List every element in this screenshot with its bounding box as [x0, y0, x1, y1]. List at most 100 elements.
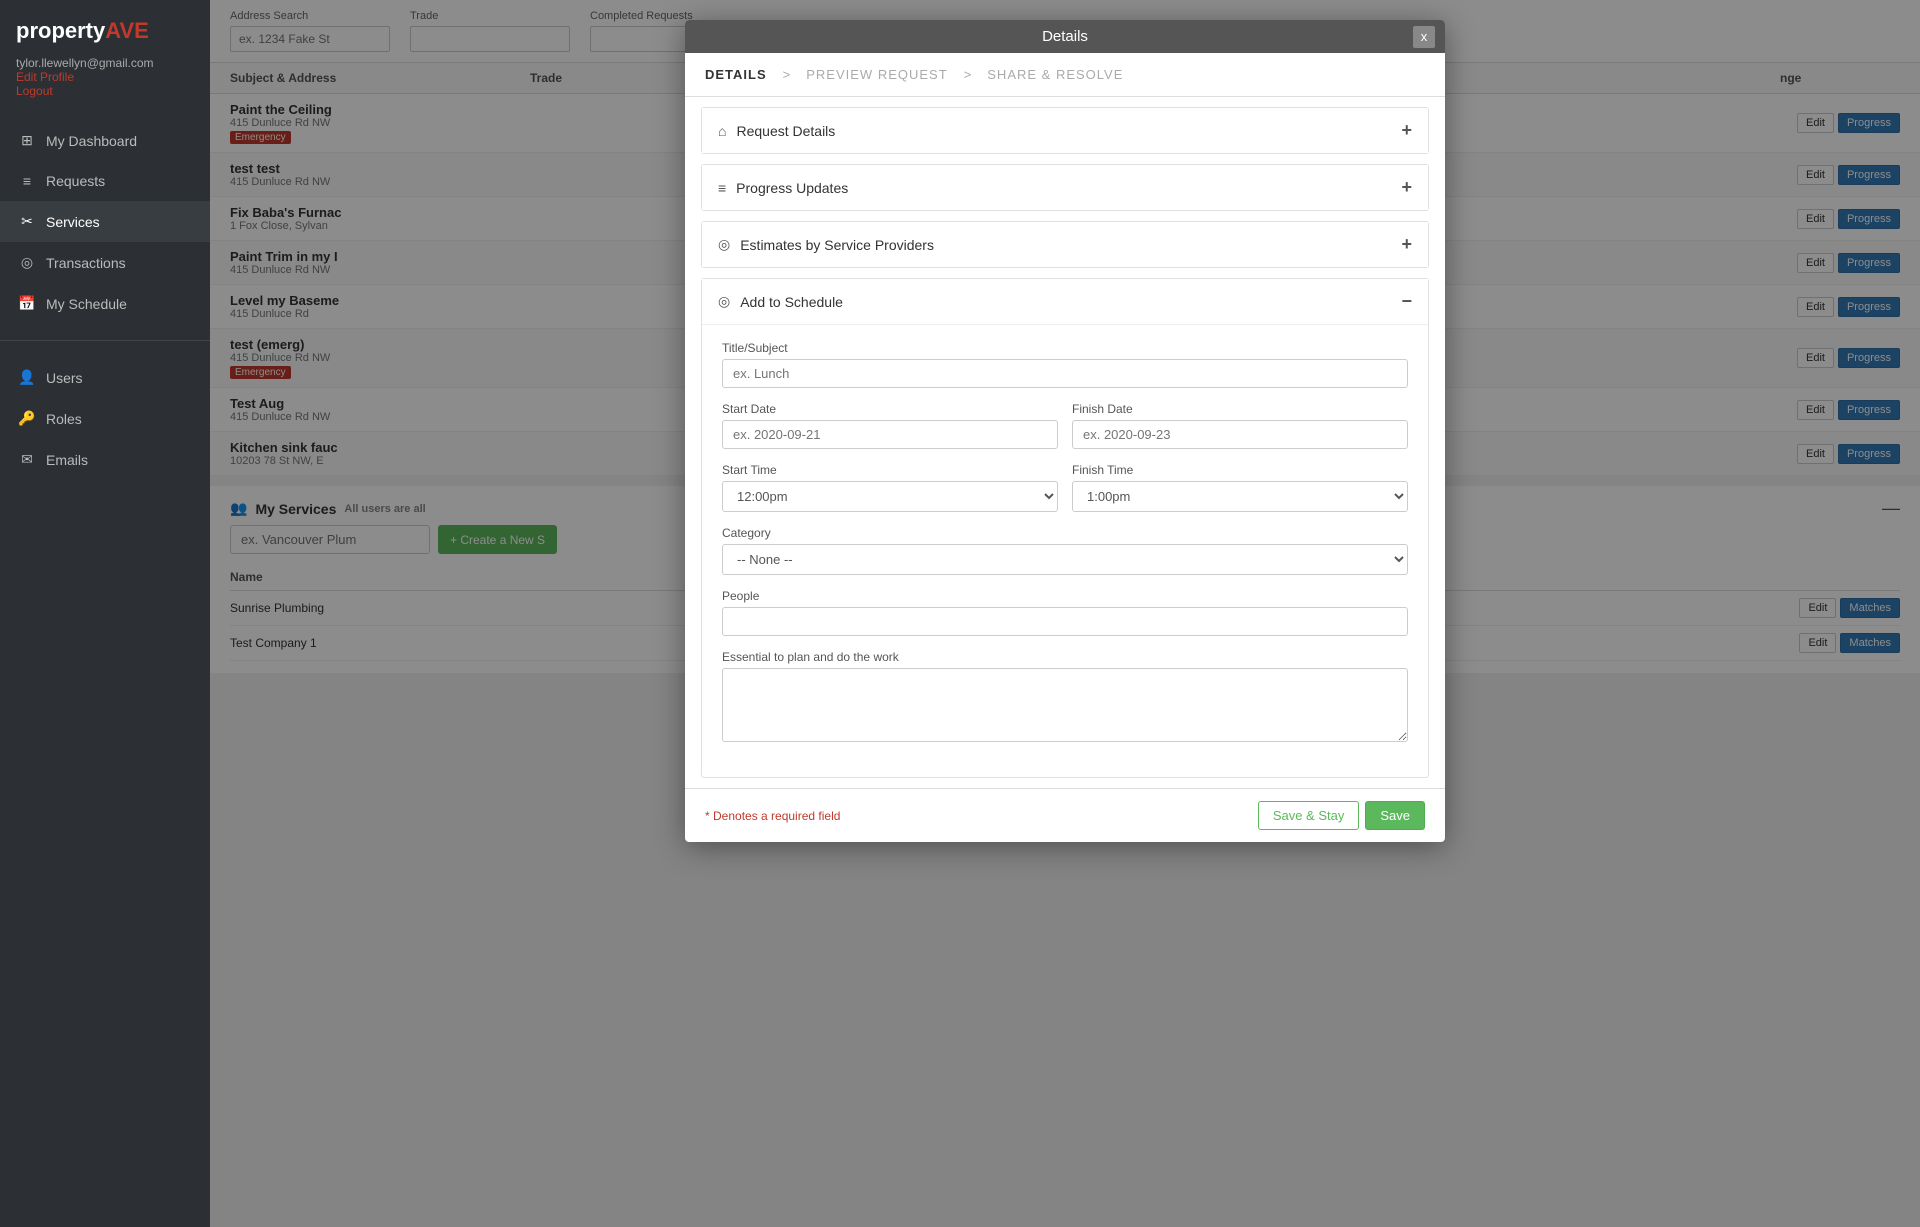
requests-icon: ≡: [18, 173, 36, 189]
expand-icon: +: [1401, 234, 1412, 255]
title-input[interactable]: [722, 359, 1408, 388]
edit-profile-link[interactable]: Edit Profile: [16, 70, 194, 84]
dashboard-icon: ⊞: [18, 132, 36, 149]
expand-icon: +: [1401, 177, 1412, 198]
start-date-input[interactable]: [722, 420, 1058, 449]
sidebar-item-label: Roles: [46, 411, 82, 427]
modal-close-button[interactable]: x: [1413, 26, 1435, 48]
modal-dialog: Details x DETAILS > PREVIEW REQUEST > SH…: [685, 20, 1445, 842]
finish-time-select[interactable]: 1:00pm 1:30pm 2:00pm: [1072, 481, 1408, 512]
people-label: People: [722, 589, 1408, 603]
users-icon: 👤: [18, 369, 36, 386]
required-note: * Denotes a required field: [705, 809, 840, 823]
title-label: Title/Subject: [722, 341, 1408, 355]
accordion-label: Add to Schedule: [740, 294, 843, 310]
sidebar: propertyAVE tylor.llewellyn@gmail.com Ed…: [0, 0, 210, 1227]
main-content: Address Search Trade Completed Requests …: [210, 0, 1920, 1227]
finish-time-label: Finish Time: [1072, 463, 1408, 477]
estimates-icon: ◎: [718, 236, 730, 253]
accordion-label: Progress Updates: [736, 180, 848, 196]
services-icon: ✂: [18, 213, 36, 230]
accordion-header-schedule[interactable]: ◎ Add to Schedule −: [702, 279, 1428, 324]
notes-textarea[interactable]: [722, 668, 1408, 742]
sidebar-item-emails[interactable]: ✉ Emails: [0, 439, 210, 480]
accordion-header-progress[interactable]: ≡ Progress Updates +: [702, 165, 1428, 210]
start-time-select[interactable]: 12:00pm 12:30pm 1:00pm: [722, 481, 1058, 512]
home-icon: ⌂: [718, 123, 726, 139]
step-details[interactable]: DETAILS: [705, 67, 767, 82]
sidebar-item-label: Emails: [46, 452, 88, 468]
user-email: tylor.llewellyn@gmail.com: [16, 56, 154, 70]
sidebar-item-schedule[interactable]: 📅 My Schedule: [0, 283, 210, 324]
start-time-label: Start Time: [722, 463, 1058, 477]
schedule-icon: ◎: [718, 293, 730, 310]
category-select[interactable]: -- None --: [722, 544, 1408, 575]
schedule-form: Title/Subject Start Date Finish Date: [702, 324, 1428, 777]
accordion-title: ⌂ Request Details: [718, 123, 835, 139]
step-arrow-2: >: [964, 67, 972, 82]
accordion-title: ◎ Add to Schedule: [718, 293, 843, 310]
step-preview[interactable]: PREVIEW REQUEST: [806, 67, 947, 82]
logo: propertyAVE: [0, 0, 210, 56]
accordion-title: ◎ Estimates by Service Providers: [718, 236, 934, 253]
form-group-people: People: [722, 589, 1408, 636]
sidebar-item-label: Services: [46, 214, 100, 230]
user-info: tylor.llewellyn@gmail.com Edit Profile L…: [0, 56, 210, 112]
date-row: Start Date Finish Date: [722, 402, 1408, 463]
accordion-label: Estimates by Service Providers: [740, 237, 934, 253]
collapse-icon: −: [1401, 291, 1412, 312]
nav-section-main: ⊞ My Dashboard ≡ Requests ✂ Services ◎ T…: [0, 112, 210, 332]
accordion-estimates: ◎ Estimates by Service Providers +: [701, 221, 1429, 268]
save-stay-button[interactable]: Save & Stay: [1258, 801, 1360, 830]
form-group-start-date: Start Date: [722, 402, 1058, 449]
sidebar-item-label: My Schedule: [46, 296, 127, 312]
roles-icon: 🔑: [18, 410, 36, 427]
accordion-progress-updates: ≡ Progress Updates +: [701, 164, 1429, 211]
sidebar-item-label: My Dashboard: [46, 133, 137, 149]
accordion-header-estimates[interactable]: ◎ Estimates by Service Providers +: [702, 222, 1428, 267]
save-button[interactable]: Save: [1365, 801, 1425, 830]
step-share[interactable]: SHARE & RESOLVE: [987, 67, 1123, 82]
finish-date-label: Finish Date: [1072, 402, 1408, 416]
accordion-header-request-details[interactable]: ⌂ Request Details +: [702, 108, 1428, 153]
form-group-category: Category -- None --: [722, 526, 1408, 575]
nav-divider: [0, 340, 210, 341]
main-nav: ⊞ My Dashboard ≡ Requests ✂ Services ◎ T…: [0, 112, 210, 1227]
footer-buttons: Save & Stay Save: [1258, 801, 1425, 830]
modal-steps: DETAILS > PREVIEW REQUEST > SHARE & RESO…: [685, 53, 1445, 97]
list-icon: ≡: [718, 180, 726, 196]
logo-ave: AVE: [105, 18, 149, 44]
expand-icon: +: [1401, 120, 1412, 141]
sidebar-item-transactions[interactable]: ◎ Transactions: [0, 242, 210, 283]
accordion-request-details: ⌂ Request Details +: [701, 107, 1429, 154]
accordion-add-to-schedule: ◎ Add to Schedule − Title/Subject Start …: [701, 278, 1429, 778]
time-row: Start Time 12:00pm 12:30pm 1:00pm Finish…: [722, 463, 1408, 526]
form-group-finish-date: Finish Date: [1072, 402, 1408, 449]
emails-icon: ✉: [18, 451, 36, 468]
sidebar-item-roles[interactable]: 🔑 Roles: [0, 398, 210, 439]
finish-date-input[interactable]: [1072, 420, 1408, 449]
sidebar-item-label: Requests: [46, 173, 105, 189]
form-group-start-time: Start Time 12:00pm 12:30pm 1:00pm: [722, 463, 1058, 512]
sidebar-item-label: Transactions: [46, 255, 126, 271]
notes-label: Essential to plan and do the work: [722, 650, 1408, 664]
transactions-icon: ◎: [18, 254, 36, 271]
sidebar-item-label: Users: [46, 370, 83, 386]
sidebar-item-users[interactable]: 👤 Users: [0, 357, 210, 398]
form-group-title: Title/Subject: [722, 341, 1408, 388]
schedule-icon: 📅: [18, 295, 36, 312]
people-input[interactable]: [722, 607, 1408, 636]
sidebar-item-dashboard[interactable]: ⊞ My Dashboard: [0, 120, 210, 161]
form-group-notes: Essential to plan and do the work: [722, 650, 1408, 747]
nav-section-admin: 👤 Users 🔑 Roles ✉ Emails: [0, 349, 210, 488]
modal-footer: * Denotes a required field Save & Stay S…: [685, 788, 1445, 842]
sidebar-item-requests[interactable]: ≡ Requests: [0, 161, 210, 201]
category-label: Category: [722, 526, 1408, 540]
logo-property: property: [16, 18, 105, 44]
step-arrow-1: >: [783, 67, 791, 82]
start-date-label: Start Date: [722, 402, 1058, 416]
modal-title-bar: Details x: [685, 20, 1445, 53]
logout-link[interactable]: Logout: [16, 84, 194, 98]
sidebar-item-services[interactable]: ✂ Services: [0, 201, 210, 242]
form-group-finish-time: Finish Time 1:00pm 1:30pm 2:00pm: [1072, 463, 1408, 512]
